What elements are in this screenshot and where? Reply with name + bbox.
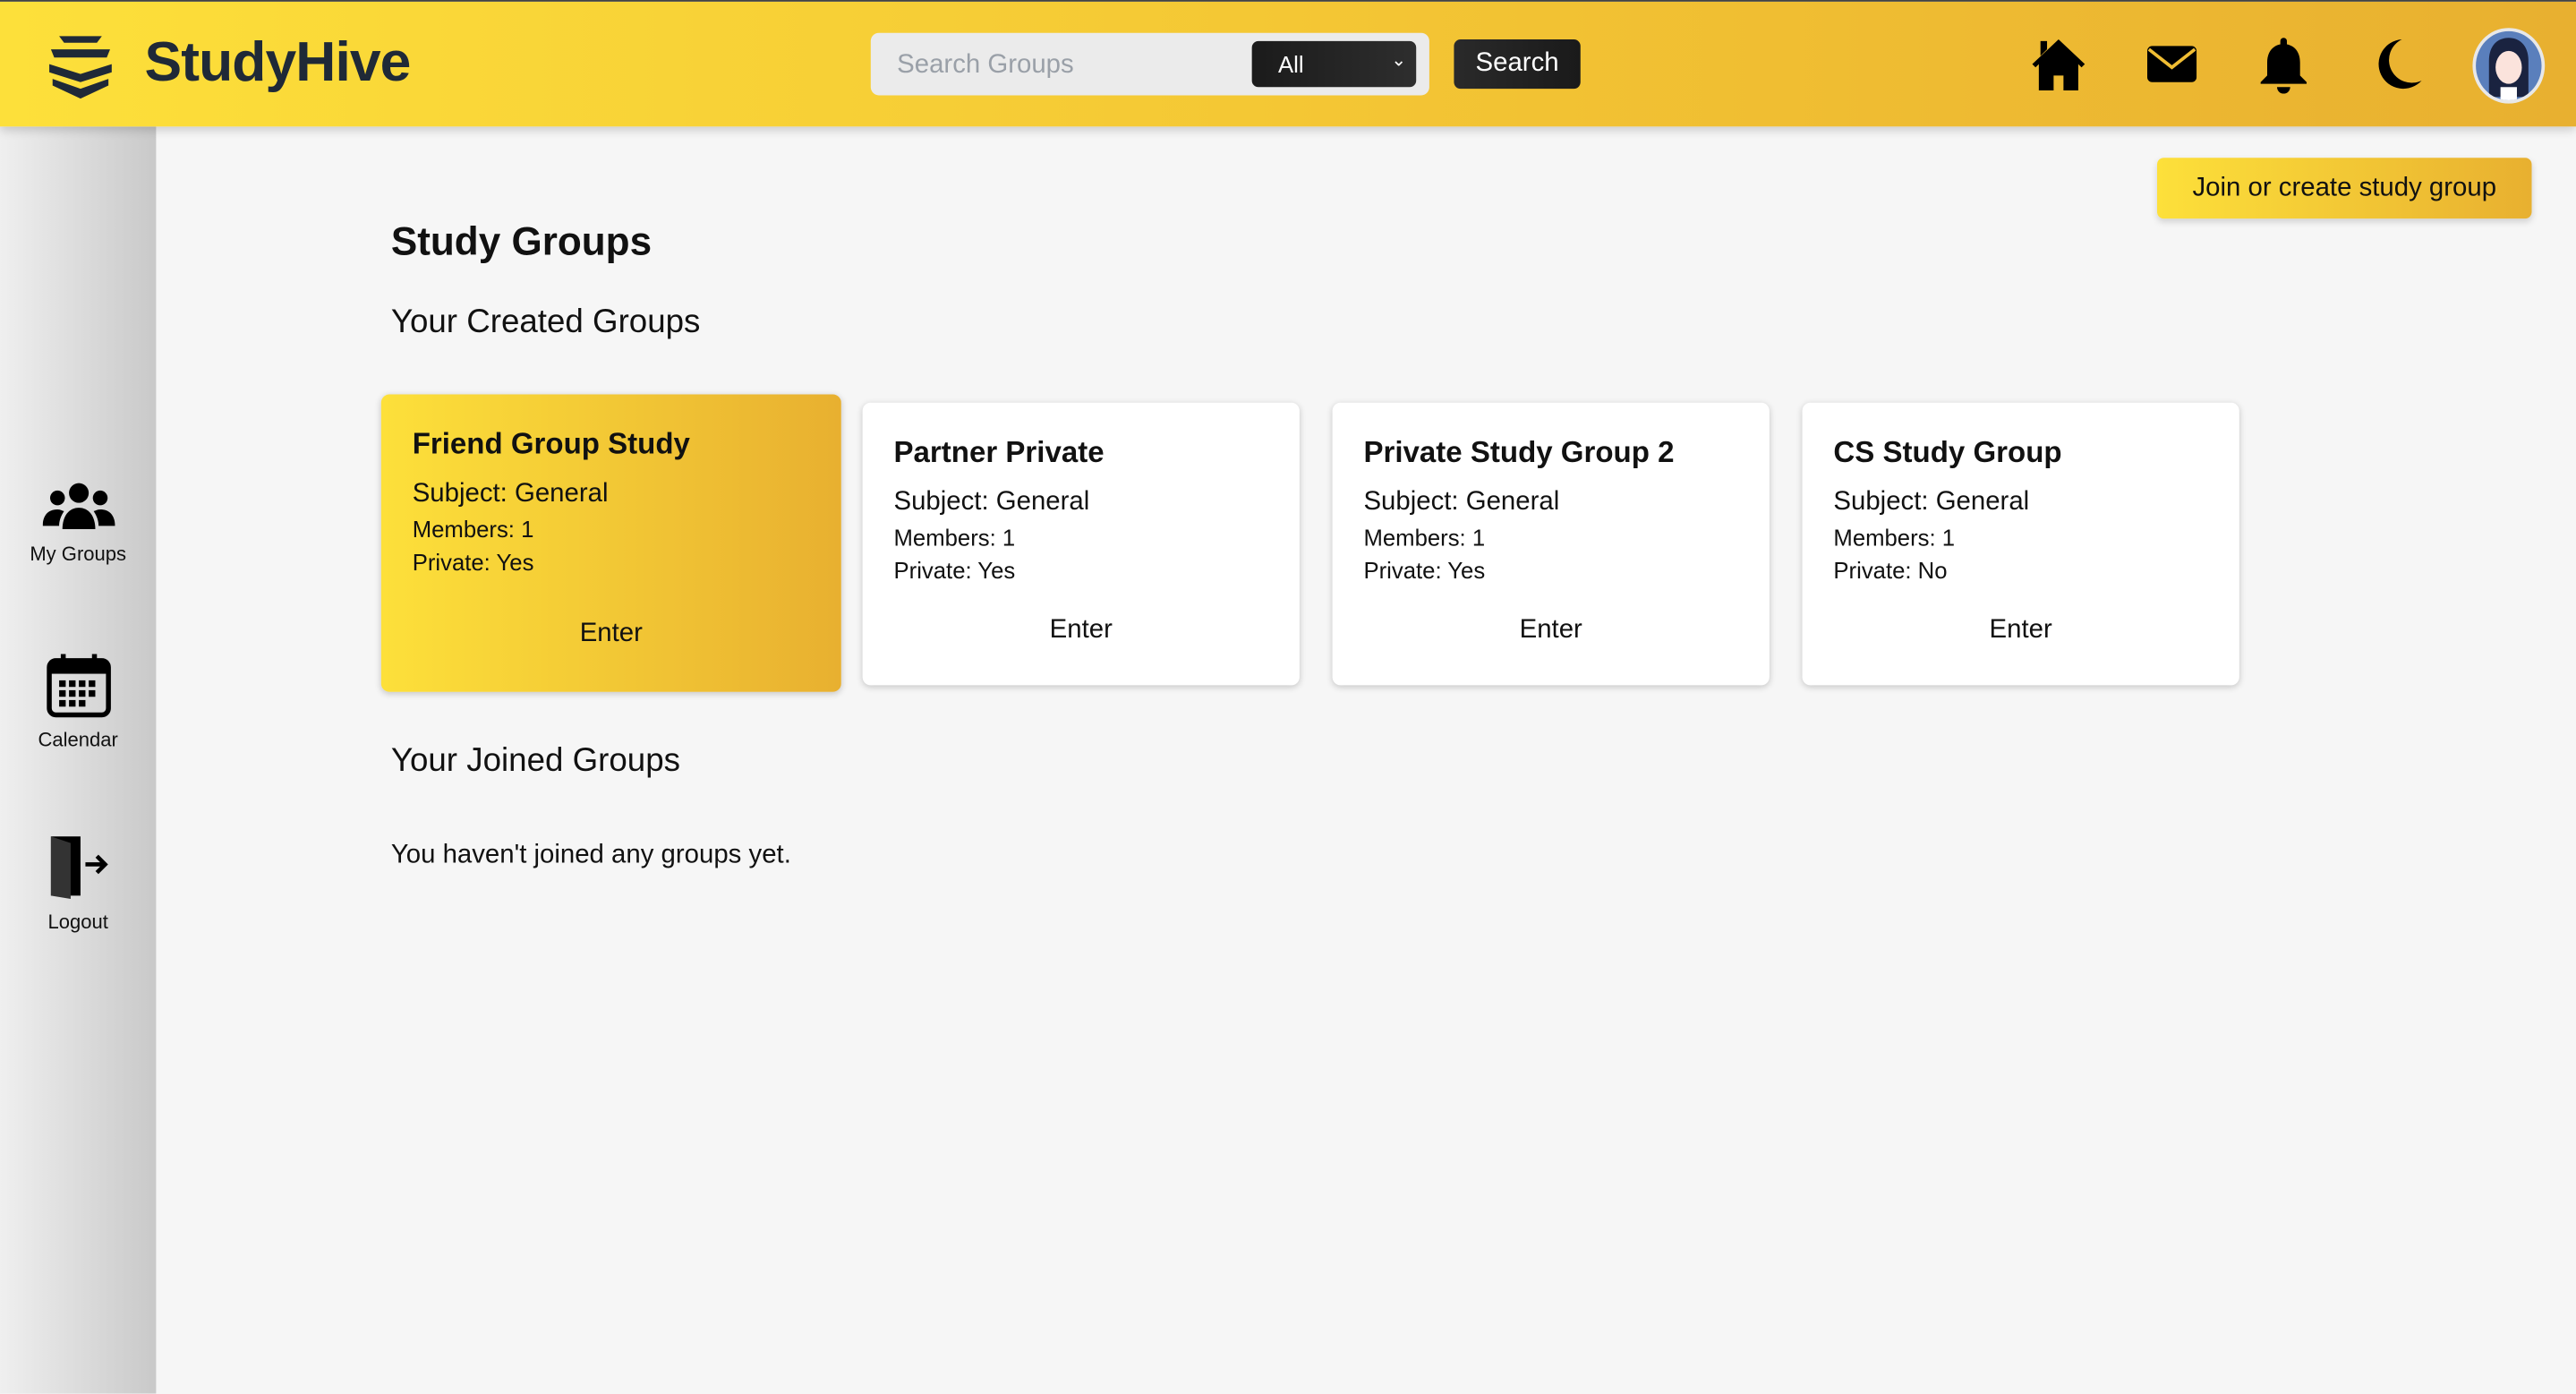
brand-name[interactable]: StudyHive — [145, 31, 412, 96]
group-subject: Subject: General — [1833, 488, 2030, 517]
sidebar-item-calendar[interactable]: Calendar — [0, 653, 156, 751]
group-subject: Subject: General — [893, 488, 1090, 517]
search-input[interactable] — [893, 46, 1246, 86]
avatar-image-icon — [2488, 38, 2529, 100]
enter-group-button[interactable]: Enter — [1333, 616, 1770, 646]
joined-groups-empty-message: You haven't joined any groups yet. — [390, 841, 791, 869]
enter-group-button[interactable]: Enter — [863, 616, 1300, 646]
group-private: Private: Yes — [1363, 557, 1486, 584]
bell-icon[interactable] — [2254, 35, 2313, 94]
group-card[interactable]: Partner Private Subject: General Members… — [862, 402, 1300, 686]
group-name: Friend Group Study — [412, 427, 690, 460]
hive-logo-icon — [49, 36, 112, 99]
group-members: Members: 1 — [1363, 524, 1486, 551]
mail-icon[interactable] — [2142, 35, 2201, 94]
user-avatar[interactable] — [2472, 28, 2546, 104]
filter-select[interactable]: All ⌄ — [1251, 40, 1417, 88]
sidebar-item-label: My Groups — [30, 542, 127, 566]
enter-group-button[interactable]: Enter — [381, 620, 841, 649]
sidebar-item-label: Logout — [47, 910, 108, 934]
group-card[interactable]: Friend Group Study Subject: General Memb… — [380, 394, 841, 692]
search-bar: All ⌄ — [870, 32, 1429, 96]
group-name: Partner Private — [893, 435, 1105, 469]
chevron-down-icon: ⌄ — [1391, 50, 1407, 71]
page-title: Study Groups — [390, 219, 653, 265]
group-private: Private: No — [1833, 557, 1948, 584]
group-private: Private: Yes — [893, 557, 1016, 584]
sidebar-item-logout[interactable]: Logout — [0, 832, 156, 934]
sidebar-item-my-groups[interactable]: My Groups — [0, 480, 156, 565]
sidebar: My Groups Calendar Logout — [0, 126, 157, 1394]
group-name: Private Study Group 2 — [1363, 435, 1675, 469]
sidebar-item-label: Calendar — [38, 728, 118, 751]
search-button[interactable]: Search — [1454, 39, 1581, 90]
group-name: CS Study Group — [1833, 435, 2062, 469]
filter-select-value: All — [1278, 50, 1304, 78]
logout-door-icon — [49, 836, 107, 900]
group-subject: Subject: General — [1363, 488, 1560, 517]
group-subject: Subject: General — [412, 479, 609, 509]
group-members: Members: 1 — [412, 516, 534, 543]
group-members: Members: 1 — [1833, 524, 1956, 551]
home-icon[interactable] — [2029, 35, 2088, 94]
users-group-icon — [41, 483, 115, 530]
enter-group-button[interactable]: Enter — [1803, 616, 2239, 646]
joined-groups-heading: Your Joined Groups — [390, 742, 680, 780]
calendar-icon — [46, 654, 110, 718]
top-header: StudyHive All ⌄ Search — [0, 0, 2576, 127]
group-card[interactable]: Private Study Group 2 Subject: General M… — [1332, 402, 1770, 686]
group-card[interactable]: CS Study Group Subject: General Members:… — [1802, 402, 2239, 686]
dark-mode-moon-icon[interactable] — [2366, 35, 2425, 94]
join-or-create-group-button[interactable]: Join or create study group — [2157, 158, 2532, 219]
group-members: Members: 1 — [893, 524, 1016, 551]
group-private: Private: Yes — [412, 549, 534, 576]
created-groups-heading: Your Created Groups — [390, 304, 701, 340]
